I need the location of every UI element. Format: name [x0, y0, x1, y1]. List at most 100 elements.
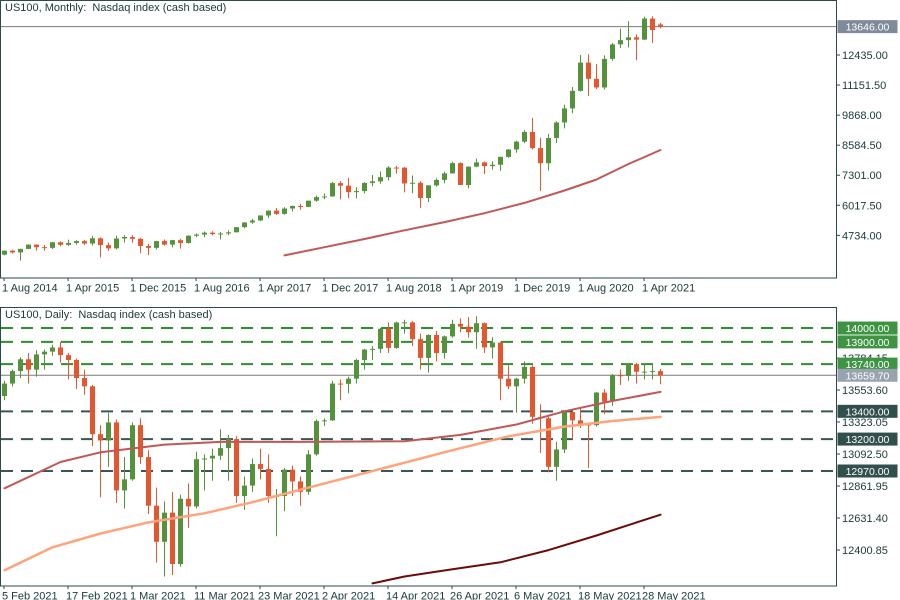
candle-down	[146, 457, 151, 506]
current-price-box[interactable]: 13659.70	[838, 369, 898, 382]
candle-up	[322, 420, 327, 421]
time-axis[interactable]: 5 Feb 202117 Feb 20211 Mar 202111 Mar 20…	[2, 586, 706, 600]
level-price-box-label: 12970.00	[846, 466, 890, 478]
candle-up	[650, 371, 655, 372]
level-price-box-label: 13900.00	[846, 337, 890, 349]
time-tick-label: 23 Mar 2021	[258, 591, 320, 600]
candle-down	[290, 470, 295, 482]
candle-up	[242, 222, 247, 227]
level-price-box[interactable]: 12970.00	[838, 464, 898, 478]
candle-up	[602, 59, 607, 88]
candle-up	[250, 220, 255, 222]
level-price-box[interactable]: 13900.00	[838, 335, 898, 349]
candle-up	[514, 142, 519, 150]
candle-down	[82, 241, 87, 243]
candle-up	[402, 322, 407, 323]
candle-down	[586, 63, 591, 79]
daily-chart-title: US100, Daily: Nasdaq index (cash based)	[5, 309, 212, 321]
candle-down	[650, 19, 655, 30]
candle-up	[218, 448, 223, 456]
candle-up	[26, 245, 31, 249]
candle-up	[354, 360, 359, 379]
candle-down	[402, 168, 407, 184]
price-tick-label: 9868.00	[842, 110, 882, 122]
time-tick-label: 1 Aug 2018	[386, 283, 442, 295]
candle-down	[594, 79, 599, 88]
candle-up	[498, 157, 503, 165]
candle-down	[538, 148, 543, 163]
candle-up	[122, 237, 127, 239]
candle-down	[74, 360, 79, 378]
candle-down	[138, 239, 143, 246]
level-price-box-label: 13400.00	[846, 406, 890, 418]
candle-up	[50, 347, 55, 351]
candle-up	[90, 238, 95, 243]
candle-up	[226, 232, 231, 233]
candle-up	[562, 108, 567, 122]
candle-down	[82, 378, 87, 386]
time-tick-label: 1 Aug 2016	[194, 283, 250, 295]
candle-up	[170, 240, 175, 244]
candle-up	[330, 384, 335, 421]
candles	[2, 16, 663, 260]
candle-down	[26, 359, 31, 369]
candle-up	[162, 513, 167, 542]
candle-down	[138, 425, 143, 457]
candle-up	[642, 19, 647, 40]
candle-down	[42, 247, 47, 248]
price-tick-label: 12400.85	[842, 545, 888, 557]
candle-down	[114, 422, 119, 490]
level-price-box[interactable]: 13200.00	[838, 433, 898, 447]
candle-down	[498, 343, 503, 379]
price-axis[interactable]: 13784.1513553.6013323.0513092.5012861.95…	[836, 353, 888, 557]
candle-up	[450, 324, 455, 336]
candle-up	[362, 350, 367, 360]
candle-down	[298, 206, 303, 207]
candle-up	[346, 379, 351, 384]
candle-down	[338, 183, 343, 186]
candle-down	[90, 386, 95, 434]
candle-up	[474, 323, 479, 332]
candle-up	[194, 235, 199, 236]
candle-down	[530, 132, 535, 148]
candle-up	[554, 122, 559, 138]
price-tick-label: 13092.50	[842, 449, 888, 461]
price-tick-label: 7301.00	[842, 170, 882, 182]
candle-down	[434, 335, 439, 353]
candle-up	[210, 456, 215, 459]
time-tick-label: 1 Apr 2021	[642, 283, 695, 295]
candle-up	[610, 375, 615, 401]
monthly-chart-canvas[interactable]: 12435.0011151.509868.008584.507301.00601…	[0, 0, 900, 300]
level-price-box-label: 13200.00	[846, 434, 890, 446]
candle-up	[594, 393, 599, 426]
moving-average-line-ma-1[interactable]	[285, 150, 661, 255]
candle-up	[282, 470, 287, 496]
candle-down	[482, 323, 487, 347]
price-tick-label: 4734.00	[842, 230, 882, 242]
candle-down	[66, 355, 71, 360]
candle-up	[218, 233, 223, 234]
candle-down	[530, 367, 535, 417]
candle-up	[18, 359, 23, 371]
candle-up	[450, 163, 455, 173]
price-axis[interactable]: 12435.0011151.509868.008584.507301.00601…	[836, 50, 888, 242]
level-price-box[interactable]: 13400.00	[838, 405, 898, 419]
time-axis[interactable]: 1 Aug 20141 Apr 20151 Dec 20151 Aug 2016…	[2, 278, 695, 295]
trading-workspace: US100, Monthly: Nasdaq index (cash based…	[0, 0, 900, 600]
price-tick-label: 8584.50	[842, 140, 882, 152]
candle-down	[162, 241, 167, 245]
level-price-box[interactable]: 14000.00	[838, 322, 898, 336]
price-tick-label: 11151.50	[842, 80, 886, 92]
candle-up	[386, 168, 391, 178]
current-price-box[interactable]: 13646.00	[838, 20, 898, 34]
candle-down	[634, 37, 639, 39]
candle-up	[114, 239, 119, 249]
candle-down	[458, 163, 463, 185]
candle-down	[274, 211, 279, 214]
time-tick-label: 1 Mar 2021	[130, 591, 186, 600]
candle-up	[562, 412, 567, 449]
monthly-chart-title: US100, Monthly: Nasdaq index (cash based…	[5, 2, 226, 14]
moving-average-line-ma-3[interactable]	[373, 515, 661, 584]
candle-up	[130, 425, 135, 479]
daily-chart-canvas[interactable]: 13784.1513553.6013323.0513092.5012861.95…	[0, 307, 900, 600]
